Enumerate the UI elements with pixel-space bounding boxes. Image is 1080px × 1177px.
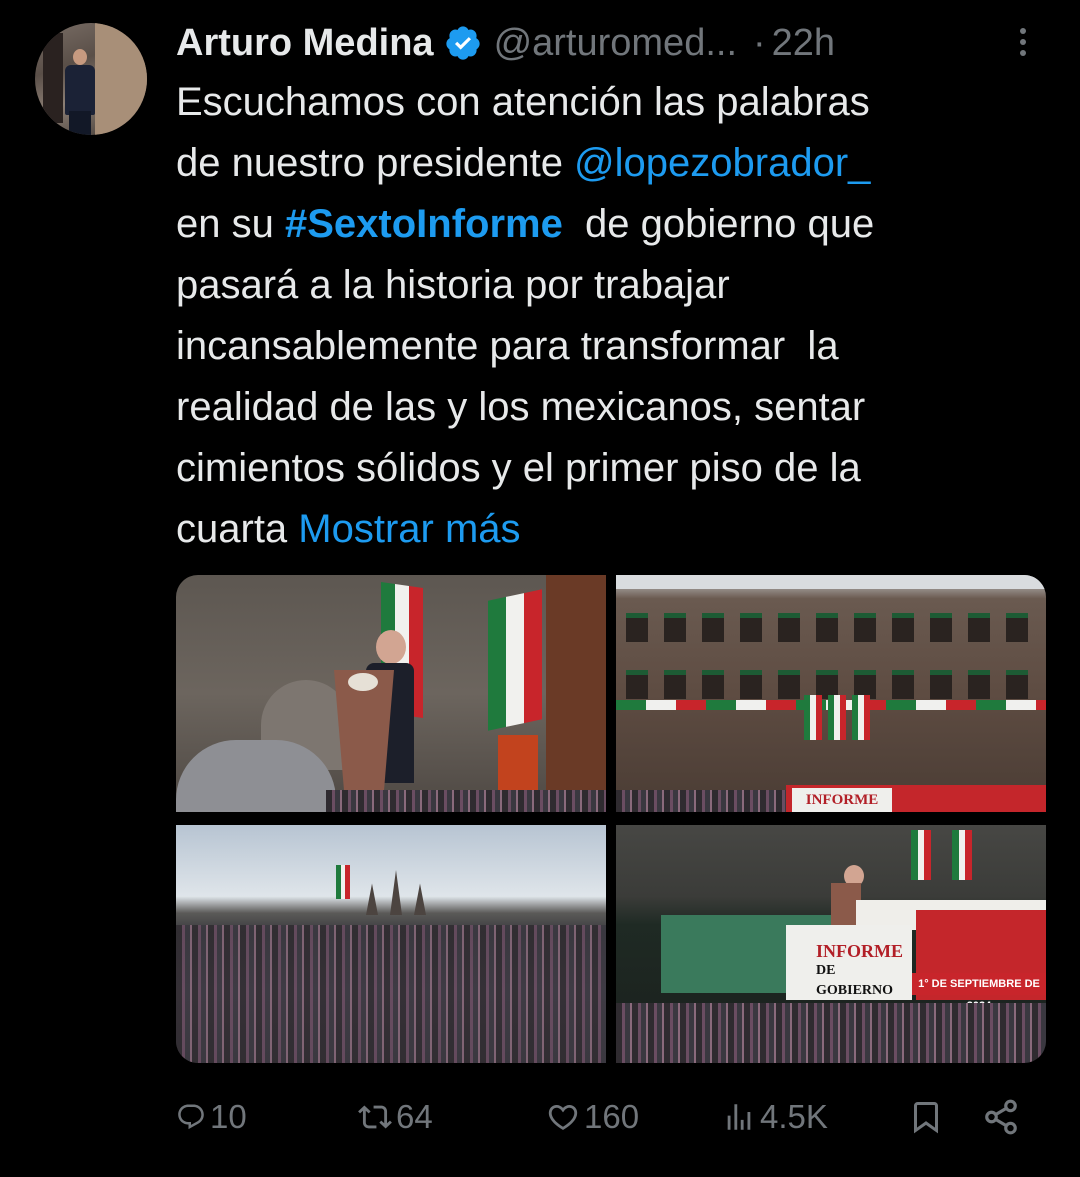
sky-strip bbox=[616, 575, 1046, 589]
reply-icon bbox=[178, 1104, 204, 1130]
photo-stage-sign[interactable]: INFORME DE GOBIERNO 1° DE SEPTIEMBRE DE … bbox=[616, 825, 1046, 1063]
like-button[interactable]: 160 bbox=[546, 1092, 639, 1142]
post-time[interactable]: 22h bbox=[772, 22, 835, 65]
avatar-person-body bbox=[65, 65, 95, 115]
palace-flag-1 bbox=[804, 695, 822, 740]
crowd-mass bbox=[176, 925, 606, 1063]
mention-link[interactable]: @lopezobrador_ bbox=[574, 141, 870, 185]
door-panel bbox=[546, 575, 606, 812]
sign-date: 1° DE SEPTIEMBRE DE 2024 bbox=[912, 973, 1046, 1012]
author-handle[interactable]: @arturomed... bbox=[494, 22, 737, 65]
bookmark-icon bbox=[914, 1102, 938, 1134]
zocalo-flag bbox=[336, 865, 350, 899]
stage-flag-2 bbox=[952, 830, 972, 880]
avatar-person-head bbox=[73, 49, 87, 65]
like-count: 160 bbox=[584, 1098, 640, 1135]
audience-heads bbox=[616, 790, 786, 812]
palace-flag-2 bbox=[828, 695, 846, 740]
repost-button[interactable]: 64 bbox=[358, 1092, 433, 1142]
repost-icon bbox=[358, 1105, 392, 1129]
tweet-line: cuarta Mostrar más bbox=[176, 499, 1056, 560]
verified-badge-icon bbox=[445, 26, 480, 60]
photo-speech-podium[interactable] bbox=[176, 575, 606, 812]
sign-line-2: DE GOBIERNO bbox=[816, 963, 894, 998]
avatar-wall bbox=[95, 23, 147, 135]
tweet-header: Arturo Medina @arturomed... · 22h bbox=[176, 18, 835, 68]
palace-flag-3 bbox=[852, 695, 870, 740]
avatar-person-legs bbox=[69, 111, 91, 135]
avatar[interactable] bbox=[35, 23, 147, 135]
podium-seal bbox=[348, 673, 378, 691]
middle-windows bbox=[626, 670, 1028, 699]
stage-flag-1 bbox=[911, 830, 931, 880]
bookmark-button[interactable] bbox=[908, 1092, 944, 1142]
media-grid: INFORME INFORME DE GOBIERNO 1° DE SEPTIE… bbox=[176, 575, 1046, 1063]
views-button[interactable]: 4.5K bbox=[722, 1092, 828, 1142]
reply-count: 10 bbox=[210, 1098, 247, 1135]
tweet-line: pasará a la historia por trabajar bbox=[176, 263, 730, 307]
tweet-line: incansablemente para transformar la bbox=[176, 324, 839, 368]
informe-sign: INFORME bbox=[792, 788, 892, 812]
separator-dot: · bbox=[753, 21, 766, 64]
flag-right bbox=[488, 589, 542, 731]
hashtag-link[interactable]: #SextoInforme bbox=[285, 202, 563, 246]
repost-count: 64 bbox=[396, 1098, 433, 1135]
views-chart-icon bbox=[727, 1104, 751, 1130]
tweet-text: Escuchamos con atención las palabras de … bbox=[176, 72, 1056, 560]
tweet-line-text: de nuestro presidente bbox=[176, 141, 575, 185]
tweet-line: realidad de las y los mexicanos, sentar bbox=[176, 385, 866, 429]
avatar-door bbox=[43, 33, 63, 123]
action-bar: 10 64 160 4.5K bbox=[176, 1092, 1036, 1142]
informe-sign-large: INFORME DE GOBIERNO bbox=[786, 925, 912, 1000]
photo-zocalo-crowd[interactable] bbox=[176, 825, 606, 1063]
heart-icon bbox=[548, 1104, 578, 1130]
author-name[interactable]: Arturo Medina bbox=[176, 22, 434, 65]
sign-line-1: INFORME bbox=[816, 941, 903, 961]
audience-heads bbox=[616, 1003, 1046, 1063]
tweet-line-text: en su bbox=[176, 202, 285, 246]
upper-windows bbox=[626, 613, 1028, 642]
tweet-line: Escuchamos con atención las palabras bbox=[176, 80, 870, 124]
more-options-icon[interactable] bbox=[1016, 28, 1030, 64]
photo-palace-facade[interactable]: INFORME bbox=[616, 575, 1046, 812]
share-button[interactable] bbox=[982, 1092, 1020, 1142]
tweet-line: cimientos sólidos y el primer piso de la bbox=[176, 446, 861, 490]
reply-button[interactable]: 10 bbox=[176, 1092, 247, 1142]
show-more-link[interactable]: Mostrar más bbox=[298, 507, 520, 551]
audience-heads bbox=[326, 790, 606, 812]
cathedral-towers bbox=[366, 870, 426, 915]
views-count: 4.5K bbox=[760, 1098, 828, 1135]
tweet-line: de nuestro presidente @lopezobrador_ bbox=[176, 133, 1056, 194]
tweet-line-text: cuarta bbox=[176, 507, 299, 551]
tweet-line: en su #SextoInforme de gobierno que bbox=[176, 194, 1056, 255]
speaker-head bbox=[376, 630, 406, 664]
share-icon bbox=[985, 1099, 1017, 1135]
tweet-line-text: de gobierno que bbox=[562, 202, 875, 246]
